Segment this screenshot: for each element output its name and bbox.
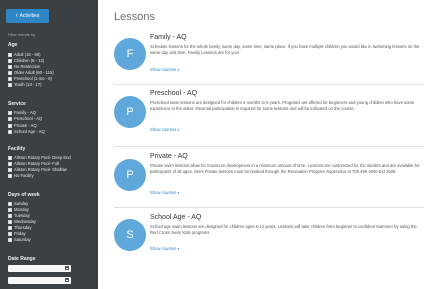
filter-option[interactable]: Saturday [8,237,31,242]
filter-option[interactable]: Older Adult (60 - 115) [8,70,54,75]
checkbox[interactable] [8,167,12,172]
filter-option[interactable]: Preschool - AQ [8,116,42,121]
filter-section-facility-title: Facility [8,146,26,152]
checkbox[interactable] [8,219,12,224]
lesson-avatar: P [114,159,146,191]
chevron-down-icon: ▾ [177,247,180,251]
filter-option[interactable]: Family - AQ [8,110,36,115]
show-courses-link[interactable]: Show courses ▾ [150,127,179,132]
filter-option[interactable]: No Restriction [8,64,40,69]
checkbox[interactable] [8,225,12,230]
checkbox[interactable] [8,231,12,236]
filter-option[interactable]: Children (6 - 12) [8,58,44,63]
checkbox[interactable] [8,58,12,63]
lesson-title[interactable]: Family - AQ [150,34,187,41]
calendar-icon[interactable] [65,266,69,270]
filter-option[interactable]: Private - AQ [8,123,37,128]
filter-section-service-title: Service [8,101,26,107]
checkbox[interactable] [8,76,12,81]
back-to-activities-button[interactable]: ‹ Activities [6,9,49,23]
filter-option[interactable]: No Facility [8,173,34,178]
filter-option[interactable]: Allston Rotary Pool- Shallow [8,167,67,172]
filter-hint: Filter results by [8,32,36,37]
lesson-title[interactable]: School Age - AQ [150,214,201,221]
checkbox[interactable] [8,82,12,87]
checkbox[interactable] [8,213,12,218]
date-from-input[interactable] [8,265,71,272]
divider [114,146,424,147]
lesson-avatar: F [114,38,146,70]
filter-option[interactable]: Thursday [8,225,31,230]
date-range-title: Date Range [8,256,36,262]
checkbox[interactable] [8,173,12,178]
show-courses-link[interactable]: Show courses ▾ [150,190,179,195]
show-courses-link[interactable]: Show courses ▾ [150,67,179,72]
chevron-down-icon: ▾ [177,128,180,132]
lesson-title[interactable]: Private - AQ [150,153,188,160]
filter-option[interactable]: Monday [8,207,29,212]
page-title: Lessons [114,11,155,23]
filter-option[interactable]: Allston Rotary Pool- Full [8,161,59,166]
lesson-item: P Preschool - AQ Preschool swim lessons … [114,90,424,140]
lesson-item: F Family - AQ Schedule lessons for the w… [114,34,424,82]
show-courses-link[interactable]: Show courses ▾ [150,246,179,251]
checkbox[interactable] [8,123,12,128]
back-button-label: Activities [19,13,40,19]
chevron-left-icon: ‹ [15,13,18,19]
checkbox[interactable] [8,110,12,115]
sidebar: ‹ Activities Filter results by Age Adult… [0,0,98,289]
checkbox[interactable] [8,52,12,57]
filter-option[interactable]: Tuesday [8,213,30,218]
checkbox[interactable] [8,237,12,242]
checkbox[interactable] [8,201,12,206]
filter-option[interactable]: Friday [8,231,26,236]
filter-option[interactable]: Adult (18 - 59) [8,52,41,57]
lesson-item: S School Age - AQ School age swim lesson… [114,214,424,262]
lesson-description: Schedule lessons for the whole family, s… [150,44,420,55]
filter-option[interactable]: Youth (13 - 17) [8,82,42,87]
checkbox[interactable] [8,129,12,134]
divider [114,84,424,85]
chevron-down-icon: ▾ [177,68,180,72]
checkbox[interactable] [8,161,12,166]
checkbox[interactable] [8,116,12,121]
chevron-down-icon: ▾ [177,191,180,195]
checkbox[interactable] [8,70,12,75]
filter-option[interactable]: Allston Rotary Pool- Deep End [8,155,71,160]
filter-option[interactable]: Preschool (1 mo - 6) [8,76,52,81]
lesson-description: Preschool swim lessons are designed for … [150,100,415,111]
date-to-input[interactable] [8,277,71,284]
filter-section-days-title: Days of week [8,192,40,198]
filter-section-age-title: Age [8,42,18,48]
checkbox[interactable] [8,207,12,212]
lesson-avatar: S [114,219,146,251]
filter-option[interactable]: Wednesday [8,219,36,224]
checkbox[interactable] [8,155,12,160]
lesson-description: School age swim lessons are designed for… [150,224,417,235]
filter-option[interactable]: School Age - AQ [8,129,45,134]
filter-option[interactable]: Sunday [8,201,28,206]
lesson-avatar: P [114,96,146,128]
lesson-item: P Private - AQ Private swim lessons allo… [114,153,424,203]
lesson-description: Private swim lessons allow for maximum d… [150,163,420,174]
divider [114,207,424,208]
calendar-icon[interactable] [65,278,69,282]
checkbox[interactable] [8,64,12,69]
lesson-title[interactable]: Preschool - AQ [150,90,197,97]
